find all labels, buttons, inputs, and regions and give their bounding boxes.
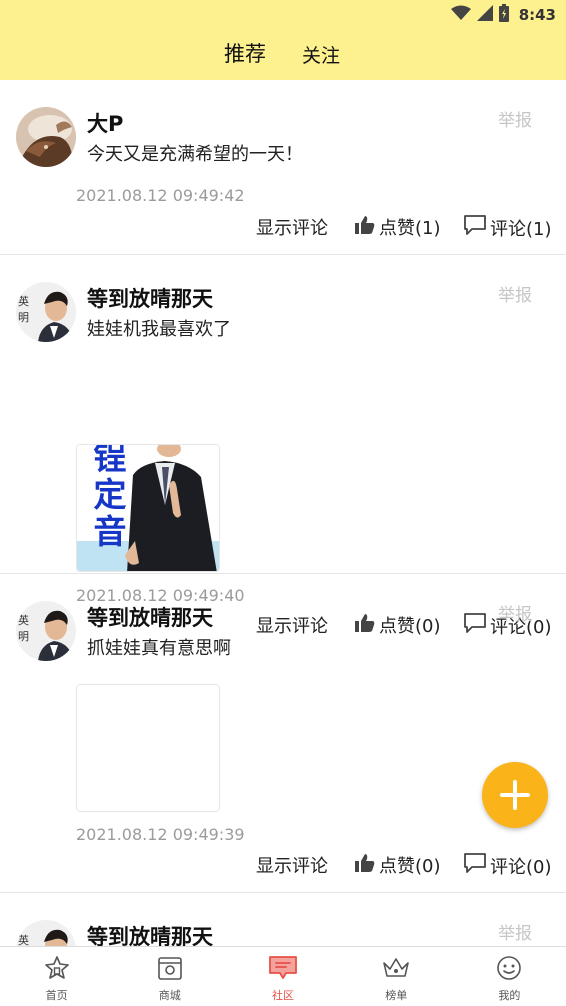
avatar[interactable]: 英明 <box>16 282 76 342</box>
show-comments-button[interactable]: 显示评论 <box>256 852 328 878</box>
nav-label: 首页 <box>45 989 68 1002</box>
post-image[interactable] <box>76 684 220 812</box>
comment-icon <box>463 852 490 879</box>
thumbs-up-icon <box>354 215 379 240</box>
comment-label: 评论(1) <box>490 218 552 240</box>
tab-follow[interactable]: 关注 <box>302 42 340 70</box>
post-timestamp: 2021.08.12 09:49:39 <box>76 825 245 844</box>
image-caption: 锃定音 <box>93 444 127 551</box>
avatar[interactable]: 英 <box>16 920 76 946</box>
comment-button[interactable]: 评论(0) <box>463 852 552 879</box>
bottom-nav: 首页 商城 社区 榜单 我的 <box>0 946 566 1006</box>
report-button[interactable]: 举报 <box>498 600 532 625</box>
header-tabs: 推荐 关注 <box>0 40 566 72</box>
like-label: 点赞(1) <box>379 218 441 239</box>
community-icon <box>268 955 298 985</box>
screen: 8:43 推荐 关注 大P 举报 今天又是充满希望的一天！ 2021.08.12… <box>0 0 566 1006</box>
like-button[interactable]: 点赞(1) <box>354 214 441 240</box>
report-button[interactable]: 举报 <box>498 919 532 944</box>
wifi-icon <box>450 5 471 25</box>
thumbs-up-icon <box>354 853 379 878</box>
signal-icon <box>476 5 493 25</box>
post-image[interactable]: 锃定音 <box>76 444 220 572</box>
post-item: 英明 等到放晴那天 举报 娃娃机我最喜欢了 锃定音 2021.08.12 09:… <box>0 255 566 638</box>
post-content: 抓娃娃真有意思啊 <box>87 638 231 659</box>
crown-icon <box>381 955 411 985</box>
home-icon <box>43 955 71 985</box>
report-button[interactable]: 举报 <box>498 281 532 306</box>
smile-icon <box>495 955 523 985</box>
status-time: 8:43 <box>518 6 556 24</box>
comment-label: 评论(0) <box>490 856 552 878</box>
nav-item-shop[interactable]: 商城 <box>113 947 226 1006</box>
avatar[interactable]: 英明 <box>16 601 76 661</box>
add-post-button[interactable] <box>482 762 548 828</box>
nav-item-ranking[interactable]: 榜单 <box>340 947 453 1006</box>
post-content: 娃娃机我最喜欢了 <box>87 319 231 340</box>
avatar-text: 英明 <box>18 614 29 643</box>
post-actions: 显示评论 点赞(1) 评论(1) <box>0 214 566 244</box>
post-item: 英 等到放晴那天 举报 <box>0 893 566 946</box>
username[interactable]: 等到放晴那天 <box>87 921 213 946</box>
tab-recommend[interactable]: 推荐 <box>224 40 266 68</box>
post-actions: 显示评论 点赞(0) 评论(0) <box>0 852 566 882</box>
feed-list[interactable]: 大P 举报 今天又是充满希望的一天！ 2021.08.12 09:49:42 显… <box>0 80 566 946</box>
post-item: 大P 举报 今天又是充满希望的一天！ 2021.08.12 09:49:42 显… <box>0 80 566 255</box>
avatar-text: 英明 <box>18 295 29 324</box>
battery-icon <box>498 4 509 26</box>
nav-label: 榜单 <box>385 989 408 1002</box>
nav-label: 商城 <box>158 989 181 1002</box>
post-timestamp: 2021.08.12 09:49:42 <box>76 186 245 205</box>
top-bar: 8:43 推荐 关注 <box>0 0 566 80</box>
status-bar: 8:43 <box>450 4 556 26</box>
nav-item-mine[interactable]: 我的 <box>453 947 566 1006</box>
like-label: 点赞(0) <box>379 856 441 877</box>
post-content: 今天又是充满希望的一天！ <box>87 144 303 165</box>
avatar-text: 英 <box>18 934 29 946</box>
nav-item-home[interactable]: 首页 <box>0 947 113 1006</box>
post-item: 英明 等到放晴那天 举报 抓娃娃真有意思啊 2021.08.12 09:49:3… <box>0 574 566 893</box>
like-button[interactable]: 点赞(0) <box>354 852 441 878</box>
shop-icon <box>156 955 184 985</box>
username[interactable]: 等到放晴那天 <box>87 283 213 313</box>
report-button[interactable]: 举报 <box>498 106 532 131</box>
comment-button[interactable]: 评论(1) <box>463 214 552 241</box>
comment-icon <box>463 214 490 241</box>
username[interactable]: 等到放晴那天 <box>87 602 213 632</box>
show-comments-button[interactable]: 显示评论 <box>256 214 328 240</box>
username[interactable]: 大P <box>87 108 123 138</box>
nav-label: 我的 <box>498 989 521 1002</box>
nav-item-community[interactable]: 社区 <box>226 947 339 1006</box>
avatar[interactable] <box>16 107 76 167</box>
nav-label: 社区 <box>272 989 294 1002</box>
